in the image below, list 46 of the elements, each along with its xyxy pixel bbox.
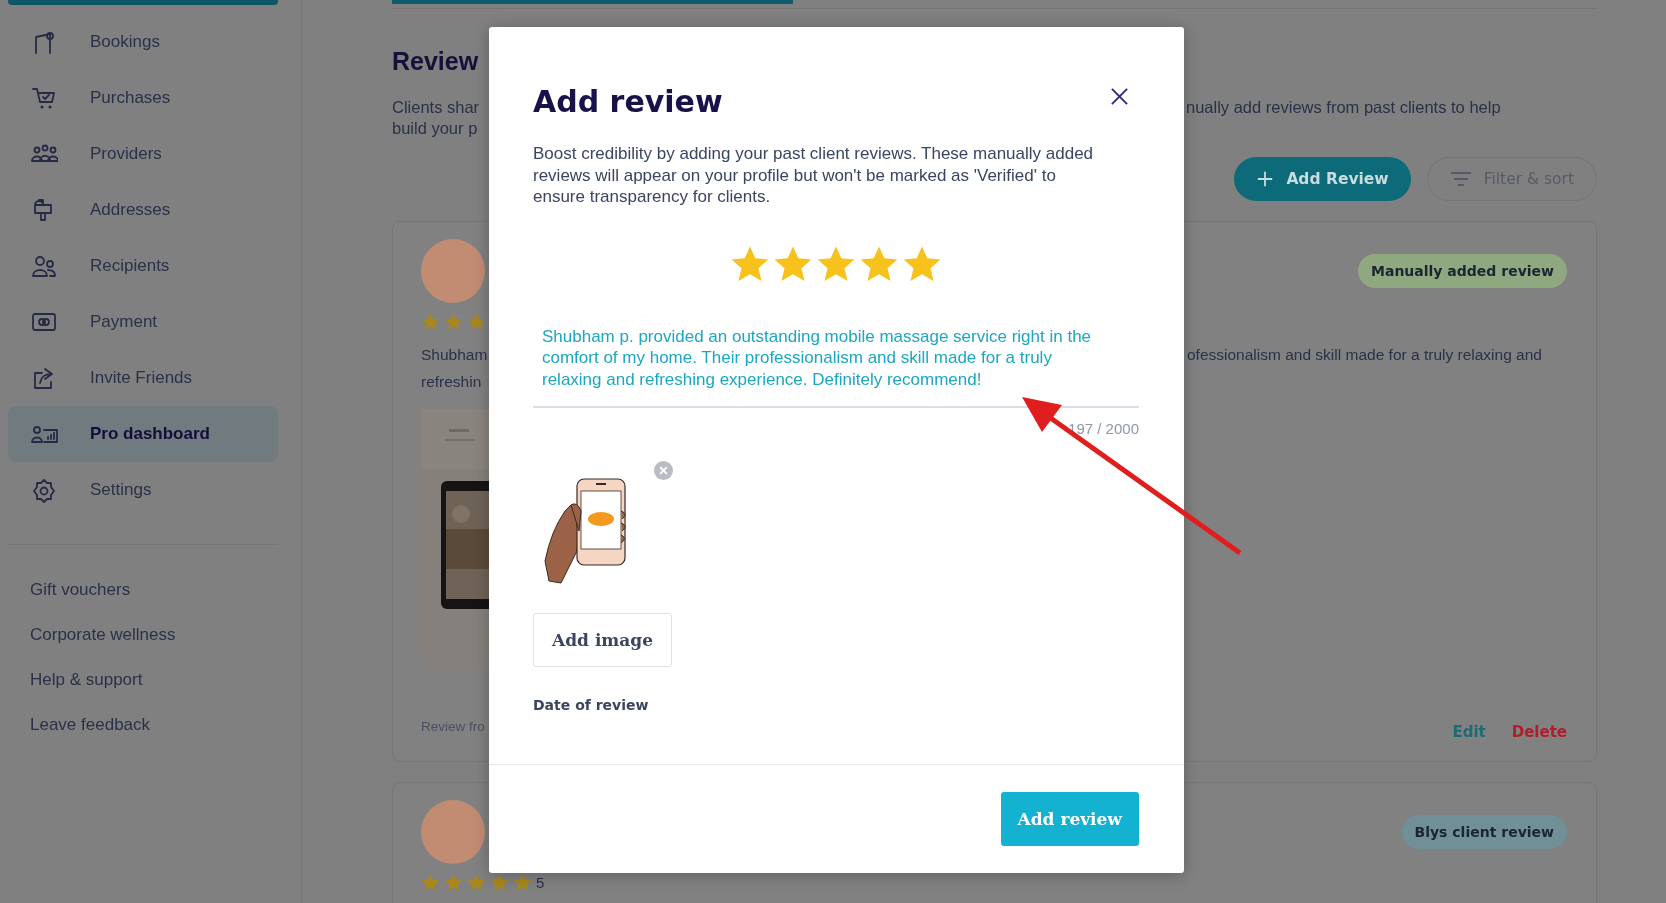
nav-item[interactable]: Addresses (8, 182, 278, 238)
nav-item[interactable]: Payment (8, 294, 278, 350)
review-text: ofessionalism and skill made for a truly relaxing and (1187, 345, 1543, 365)
rating-value: 5 (536, 873, 545, 891)
nav-item[interactable]: Providers (8, 126, 278, 182)
dialog-title: Add review (533, 83, 723, 121)
sidebar-link[interactable]: Help & support (30, 669, 143, 691)
review-type-badge: Blys client review (1401, 815, 1567, 849)
add-review-button[interactable]: Add review (1000, 792, 1139, 846)
nav-item[interactable]: Recipients (8, 238, 278, 294)
delete-link[interactable]: Delete (1511, 723, 1567, 741)
description-text: nually add reviews from past clients to help (1186, 97, 1501, 118)
star-icon (444, 872, 463, 892)
nav-item[interactable]: Purchases (8, 70, 278, 126)
field-label: Date of review (533, 697, 649, 713)
review-text: Shubham (421, 345, 489, 365)
remove-icon[interactable] (654, 461, 673, 480)
filter-icon (1449, 171, 1472, 187)
star-icon (467, 872, 486, 892)
sidebar-button[interactable] (8, 0, 278, 5)
sidebar-link[interactable]: Leave feedback (30, 714, 151, 736)
review-text: refreshin (421, 372, 483, 392)
add-image-button[interactable]: Add image (533, 613, 673, 667)
close-icon[interactable] (1110, 86, 1129, 106)
nav-item[interactable]: Settings (8, 462, 278, 518)
sidebar-link[interactable]: Corporate wellness (30, 624, 176, 646)
plus-icon (1256, 170, 1275, 188)
add-review-button[interactable]: Add Review (1234, 157, 1411, 201)
intro-text: Boost credibility by adding your past client reviews. These manually added reviews will appear on your profile but won't be marked as 'Verified' to ensure transparency for clients. (533, 143, 1095, 208)
sidebar-link[interactable]: Gift vouchers (30, 579, 131, 601)
description-text: build your p (392, 118, 478, 139)
star-icon (467, 311, 486, 331)
settings-icon (30, 477, 58, 503)
nav-item[interactable]: Invite Friends (8, 350, 278, 406)
star-icon (421, 872, 440, 892)
star-icon (490, 872, 509, 892)
description-text: Clients shar (392, 97, 480, 118)
nav-item[interactable]: Bookings (8, 14, 278, 70)
page-heading: Review (392, 46, 479, 77)
star-icon (444, 311, 463, 331)
people-icon (30, 253, 58, 279)
cart-icon (30, 85, 58, 111)
star-icon (421, 311, 440, 331)
star-icon (513, 872, 532, 892)
review-type-badge: Manually added review (1358, 254, 1567, 288)
nav-item[interactable]: Pro dashboard (8, 406, 278, 462)
